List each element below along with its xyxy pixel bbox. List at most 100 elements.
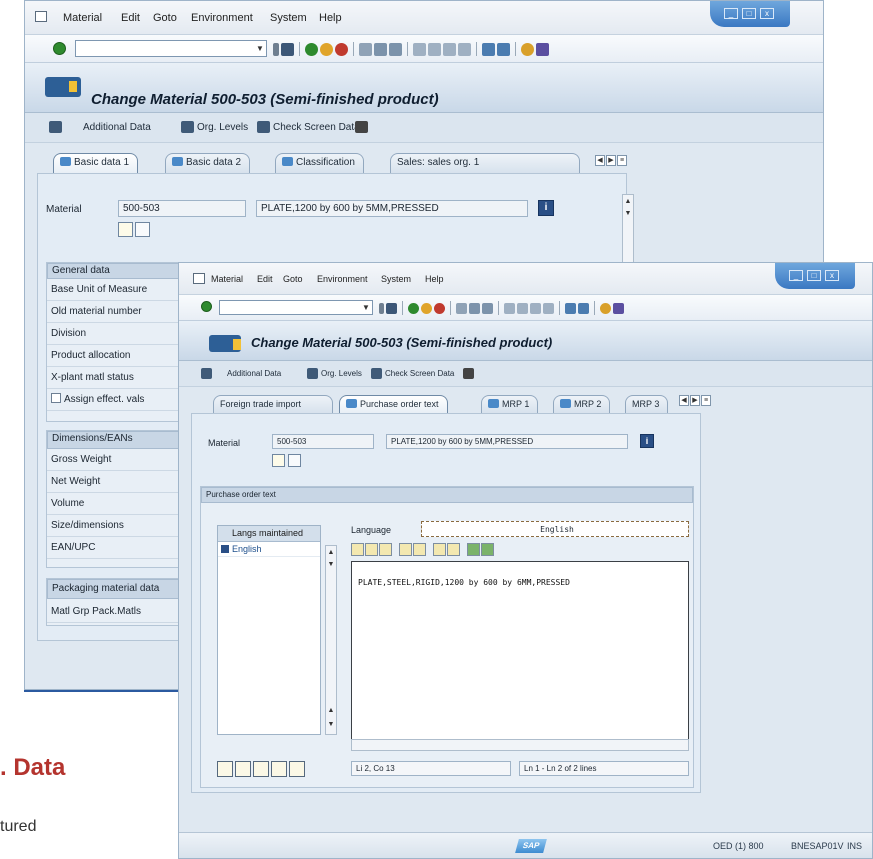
scroll-down-icon[interactable]: ▼	[326, 720, 336, 730]
long-text-icon[interactable]	[135, 222, 150, 237]
back-triangle-icon[interactable]	[273, 42, 279, 56]
exit-icon[interactable]	[421, 302, 432, 314]
status-system[interactable]: OED (1) 800	[713, 841, 764, 851]
material-number-field[interactable]: 500-503	[272, 434, 374, 449]
tab-basic-data-1[interactable]: Basic data 1	[53, 153, 139, 173]
find-next-icon[interactable]	[389, 42, 402, 56]
back-icon[interactable]	[408, 302, 419, 314]
lock-icon[interactable]	[463, 368, 474, 379]
new-session-icon[interactable]	[482, 42, 495, 56]
org-levels-button[interactable]: Org. Levels	[197, 122, 248, 133]
check-screen-icon[interactable]	[371, 368, 382, 379]
display-change-icon[interactable]	[45, 77, 81, 97]
text-button-5-icon[interactable]	[289, 761, 305, 777]
cancel-icon[interactable]	[335, 42, 348, 56]
print-icon[interactable]	[359, 42, 372, 56]
text-editor[interactable]: PLATE,STEEL,RIGID,1200 by 600 by 6MM,PRE…	[351, 561, 689, 745]
graph-icon[interactable]	[118, 222, 133, 237]
menu-environment[interactable]: Environment	[317, 274, 368, 284]
last-page-icon[interactable]	[543, 302, 554, 314]
tab-sales-org[interactable]: Sales: sales org. 1	[390, 153, 580, 173]
tab-next-icon[interactable]: ▶	[690, 395, 700, 406]
new-session-icon[interactable]	[565, 302, 576, 314]
find-next-icon[interactable]	[482, 302, 493, 314]
material-description-field[interactable]: PLATE,1200 by 600 by 5MM,PRESSED	[386, 434, 628, 449]
tab-mrp-1[interactable]: MRP 1	[481, 395, 539, 413]
long-text-icon[interactable]	[288, 454, 301, 467]
org-levels-icon[interactable]	[181, 121, 194, 133]
menu-help[interactable]: Help	[425, 274, 444, 284]
paste-icon[interactable]	[379, 543, 392, 556]
menu-system[interactable]: System	[270, 12, 307, 24]
info-icon[interactable]: i	[640, 434, 654, 448]
first-page-icon[interactable]	[413, 42, 426, 56]
next-page-icon[interactable]	[443, 42, 456, 56]
tab-foreign-trade-import[interactable]: Foreign trade import	[213, 395, 333, 413]
tab-list-icon[interactable]: ≡	[617, 155, 627, 166]
enter-icon[interactable]	[201, 301, 212, 312]
check-screen-icon[interactable]	[257, 121, 270, 133]
horizontal-scrollbar[interactable]	[351, 739, 689, 751]
prev-page-icon[interactable]	[428, 42, 441, 56]
maximize-button[interactable]: □	[742, 8, 756, 19]
upload-icon[interactable]	[467, 543, 480, 556]
close-button[interactable]: x	[825, 270, 839, 281]
help-icon[interactable]	[600, 302, 611, 314]
command-field[interactable]: ▼	[219, 300, 373, 315]
undo-icon[interactable]	[399, 543, 412, 556]
tab-next-icon[interactable]: ▶	[606, 155, 616, 166]
menu-goto[interactable]: Goto	[283, 274, 303, 284]
display-change-icon[interactable]	[209, 335, 241, 352]
find-icon[interactable]	[469, 302, 480, 314]
scroll-up-icon[interactable]: ▲	[326, 706, 336, 716]
assign-checkbox[interactable]	[51, 393, 61, 403]
tab-mrp-2[interactable]: MRP 2	[553, 395, 611, 413]
save-icon[interactable]	[281, 42, 294, 56]
scroll-down-icon[interactable]: ▼	[326, 560, 336, 570]
menu-help[interactable]: Help	[319, 12, 342, 24]
tab-prev-icon[interactable]: ◀	[595, 155, 605, 166]
scroll-up-icon[interactable]: ▲	[623, 197, 633, 207]
additional-data-icon[interactable]	[49, 121, 62, 133]
shortcut-icon[interactable]	[497, 42, 510, 56]
menu-material[interactable]: Material	[63, 12, 102, 24]
tab-classification[interactable]: Classification	[275, 153, 364, 173]
tab-basic-data-2[interactable]: Basic data 2	[165, 153, 251, 173]
find-next-icon[interactable]	[447, 543, 460, 556]
layout-icon[interactable]	[536, 42, 549, 56]
cancel-icon[interactable]	[434, 302, 445, 314]
lock-icon[interactable]	[355, 121, 368, 133]
menu-material[interactable]: Material	[211, 274, 243, 284]
material-description-field[interactable]: PLATE,1200 by 600 by 5MM,PRESSED	[256, 200, 528, 217]
shortcut-icon[interactable]	[578, 302, 589, 314]
additional-data-button[interactable]: Additional Data	[227, 369, 281, 378]
org-levels-button[interactable]: Org. Levels	[321, 369, 362, 378]
tab-purchase-order-text[interactable]: Purchase order text	[339, 395, 448, 413]
last-page-icon[interactable]	[458, 42, 471, 56]
enter-icon[interactable]	[53, 42, 66, 55]
scroll-down-icon[interactable]: ▼	[623, 209, 633, 219]
list-scrollbar[interactable]: ▲ ▼ ▲ ▼	[325, 545, 337, 735]
chevron-down-icon[interactable]: ▼	[360, 301, 372, 314]
scroll-up-icon[interactable]: ▲	[326, 548, 336, 558]
menu-edit[interactable]: Edit	[257, 274, 273, 284]
check-screen-data-button[interactable]: Check Screen Data	[385, 369, 454, 378]
download-icon[interactable]	[481, 543, 494, 556]
menu-edit[interactable]: Edit	[121, 12, 140, 24]
layout-icon[interactable]	[613, 302, 624, 314]
graph-icon[interactable]	[272, 454, 285, 467]
redo-icon[interactable]	[413, 543, 426, 556]
additional-data-button[interactable]: Additional Data	[83, 122, 151, 133]
menu-icon[interactable]	[35, 11, 47, 22]
text-button-2-icon[interactable]	[235, 761, 251, 777]
menu-icon[interactable]	[193, 273, 205, 284]
tab-mrp-3[interactable]: MRP 3	[625, 395, 669, 413]
menu-environment[interactable]: Environment	[191, 12, 253, 24]
first-page-icon[interactable]	[504, 302, 515, 314]
close-button[interactable]: x	[760, 8, 774, 19]
info-icon[interactable]: i	[538, 200, 554, 216]
help-icon[interactable]	[521, 42, 534, 56]
tab-prev-icon[interactable]: ◀	[679, 395, 689, 406]
maximize-button[interactable]: □	[807, 270, 821, 281]
cut-icon[interactable]	[351, 543, 364, 556]
